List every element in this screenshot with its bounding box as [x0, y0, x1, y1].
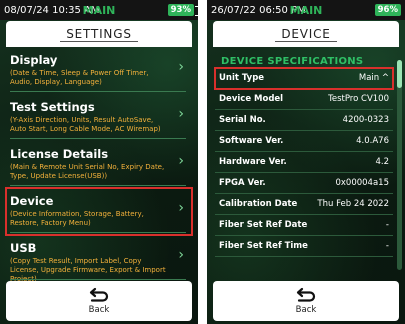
spec-value: -	[385, 241, 389, 251]
spec-row: Calibration Date Thu Feb 24 2022	[215, 194, 393, 215]
spec-row: Device Model TestPro CV100	[215, 89, 393, 110]
menu-item-test-settings[interactable]: Test Settings (Y-Axis Direction, Units, …	[6, 94, 192, 141]
spec-key: Serial No.	[219, 115, 266, 125]
chevron-right-icon: ›	[178, 247, 184, 263]
divider	[10, 138, 186, 139]
spec-row: Software Ver. 4.0.A76	[215, 131, 393, 152]
spec-row: FPGA Ver. 0x00004a15	[215, 173, 393, 194]
spec-row-unit-type[interactable]: Unit Type Main ^	[214, 67, 394, 90]
chevron-right-icon: ›	[178, 200, 184, 216]
spec-value: 0x00004a15	[335, 178, 389, 188]
spec-key: Hardware Ver.	[219, 157, 287, 167]
back-label: Back	[88, 305, 110, 315]
spec-row: Hardware Ver. 4.2	[215, 152, 393, 173]
spec-value: 4.2	[375, 157, 389, 167]
spec-key: Device Model	[219, 94, 284, 104]
spec-key: Fiber Set Ref Time	[219, 241, 308, 251]
menu-item-description: (Y-Axis Direction, Units, Result AutoSav…	[10, 116, 161, 133]
spec-value: TestPro CV100	[328, 94, 389, 104]
spec-row: Fiber Set Ref Time -	[215, 236, 393, 257]
spec-key: FPGA Ver.	[219, 178, 266, 188]
menu-item-usb[interactable]: USB (Copy Test Result, Import Label, Cop…	[6, 235, 192, 283]
chevron-right-icon: ›	[178, 153, 184, 169]
spec-row: Fiber Set Ref Date -	[215, 215, 393, 236]
divider	[10, 279, 186, 280]
spec-value: Main ^	[358, 73, 389, 83]
spec-value: -	[385, 220, 389, 230]
scrollbar[interactable]	[397, 60, 402, 270]
menu-item-label: Test Settings	[10, 100, 95, 114]
divider	[10, 91, 186, 92]
undo-arrow-icon	[89, 287, 109, 302]
title-bar: SETTINGS	[6, 21, 192, 47]
status-bar: 26/07/22 06:50 PM MAIN 96%	[207, 0, 405, 20]
spec-key: Fiber Set Ref Date	[219, 220, 308, 230]
chevron-right-icon: ›	[178, 59, 184, 75]
settings-menu: Display (Date & Time, Sleep & Power Off …	[5, 47, 193, 283]
spec-key: Calibration Date	[219, 199, 298, 209]
section-header: DEVICE SPECIFICATIONS	[221, 56, 364, 67]
undo-arrow-icon	[296, 287, 316, 302]
status-mode: MAIN	[82, 3, 116, 17]
menu-item-description: (Date & Time, Sleep & Power Off Timer, A…	[10, 69, 149, 86]
menu-item-label: Device	[10, 194, 54, 208]
spec-key: Software Ver.	[219, 136, 284, 146]
menu-item-label: USB	[10, 241, 37, 255]
battery-indicator: 93%	[167, 4, 198, 16]
back-button[interactable]: Back	[213, 281, 399, 321]
spec-key: Unit Type	[219, 73, 265, 83]
divider	[10, 185, 186, 186]
settings-screen: 08/07/24 10:35 AM MAIN 93% SETTINGS Disp…	[0, 0, 198, 324]
menu-item-description: (Main & Remote Unit Serial No, Expiry Da…	[10, 163, 165, 180]
menu-item-display[interactable]: Display (Date & Time, Sleep & Power Off …	[6, 47, 192, 94]
page-title: DEVICE	[275, 27, 337, 42]
menu-item-label: Display	[10, 53, 58, 67]
menu-item-label: License Details	[10, 147, 109, 161]
battery-indicator: 96%	[374, 4, 401, 16]
spec-row: Serial No. 4200-0323	[215, 110, 393, 131]
menu-item-description: (Device Information, Storage, Battery, R…	[10, 210, 144, 227]
back-label: Back	[295, 305, 317, 315]
divider	[10, 232, 186, 233]
device-screen: 26/07/22 06:50 PM MAIN 96% DEVICE DEVICE…	[207, 0, 405, 324]
spec-value: Thu Feb 24 2022	[317, 199, 389, 209]
back-button[interactable]: Back	[6, 281, 192, 321]
menu-item-device[interactable]: Device (Device Information, Storage, Bat…	[5, 187, 193, 236]
menu-item-license-details[interactable]: License Details (Main & Remote Unit Seri…	[6, 141, 192, 188]
page-title: SETTINGS	[60, 27, 138, 42]
status-mode: MAIN	[289, 3, 323, 17]
scrollbar-thumb[interactable]	[397, 60, 402, 88]
chevron-right-icon: ›	[178, 106, 184, 122]
title-bar: DEVICE	[213, 21, 399, 47]
spec-list: Unit Type Main ^ Device Model TestPro CV…	[214, 67, 394, 257]
status-bar: 08/07/24 10:35 AM MAIN 93%	[0, 0, 198, 20]
spec-value: 4200-0323	[342, 115, 389, 125]
spec-value: 4.0.A76	[356, 136, 389, 146]
